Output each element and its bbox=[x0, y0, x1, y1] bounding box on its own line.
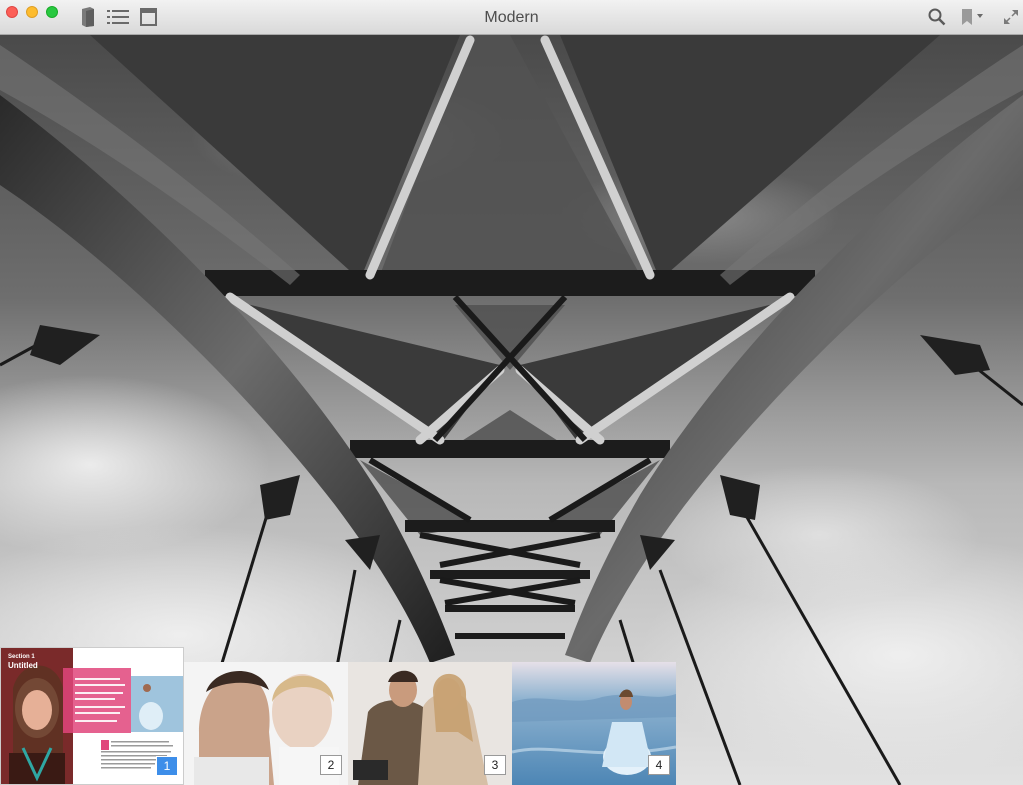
page-thumbnail-strip: Section 1 Untitled 1 2 3 4 bbox=[0, 647, 676, 785]
page-number-badge-3: 3 bbox=[484, 755, 506, 775]
bookmark-button[interactable] bbox=[958, 6, 988, 28]
page-thumbnail-3[interactable]: 3 bbox=[348, 662, 512, 785]
ibooks-window: Modern Section 1 Untitled 1 2 3 4 bbox=[0, 0, 1023, 785]
page-number-badge-1: 1 bbox=[156, 756, 178, 776]
page1-section-label: Section 1 bbox=[8, 654, 35, 660]
page-number-badge-4: 4 bbox=[648, 755, 670, 775]
window-title: Modern bbox=[484, 9, 539, 26]
page-thumbnail-1[interactable]: Section 1 Untitled 1 bbox=[0, 647, 184, 785]
page-number-badge-2: 2 bbox=[320, 755, 342, 775]
fullscreen-button[interactable] bbox=[1002, 6, 1020, 28]
fullscreen-icon bbox=[1004, 10, 1018, 24]
page1-heading: Untitled bbox=[8, 661, 38, 670]
search-button[interactable] bbox=[927, 6, 947, 28]
title-bar: Modern bbox=[0, 0, 1023, 35]
search-icon bbox=[928, 8, 946, 26]
page-thumbnail-4[interactable]: 4 bbox=[512, 662, 676, 785]
page-thumbnail-2[interactable]: 2 bbox=[184, 662, 348, 785]
bookmark-icon bbox=[962, 9, 983, 25]
